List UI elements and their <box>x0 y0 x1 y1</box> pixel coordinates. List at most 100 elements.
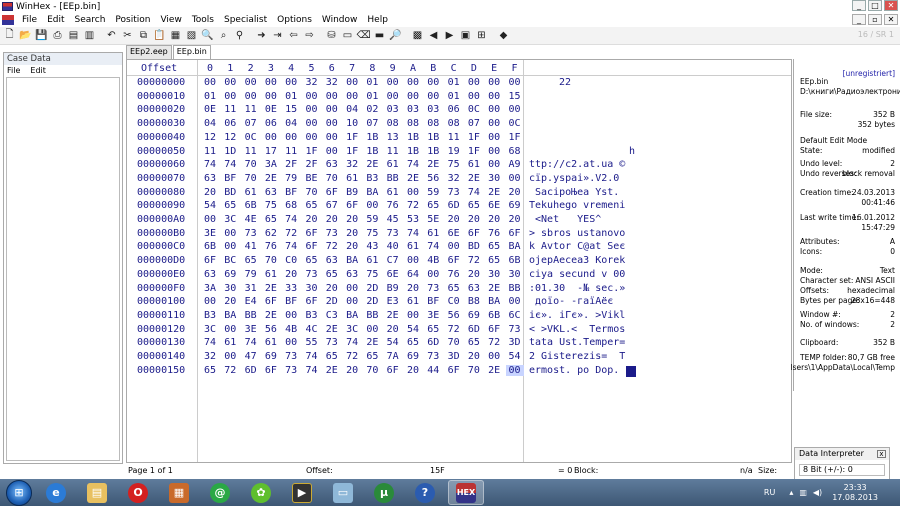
menu-tools[interactable]: Tools <box>187 15 219 25</box>
hex-byte[interactable]: 07 <box>363 118 381 129</box>
hex-byte[interactable]: 19 <box>445 146 463 157</box>
hex-byte[interactable]: BB <box>506 283 524 294</box>
hex-byte[interactable]: 74 <box>465 187 483 198</box>
case-menu-edit[interactable]: Edit <box>30 65 46 76</box>
hex-byte[interactable]: 63 <box>465 283 483 294</box>
hex-byte[interactable]: 6F <box>303 228 321 239</box>
open-disk-icon[interactable]: ⛁ <box>325 29 338 42</box>
hex-byte[interactable]: 00 <box>282 337 300 348</box>
taskbar-folder-icon[interactable]: ▭ <box>325 480 361 505</box>
hex-byte[interactable]: 32 <box>201 351 219 362</box>
hex-byte[interactable]: 65 <box>242 255 260 266</box>
hex-byte[interactable]: 2E <box>404 173 422 184</box>
hex-byte[interactable]: 2E <box>262 310 280 321</box>
hex-byte[interactable]: 70 <box>445 337 463 348</box>
hex-byte[interactable]: 1B <box>424 132 442 143</box>
hex-byte[interactable]: 1B <box>424 146 442 157</box>
hex-byte[interactable]: 6B <box>242 200 260 211</box>
hex-byte[interactable]: C0 <box>282 255 300 266</box>
forward-icon[interactable]: ⇨ <box>303 29 316 42</box>
hex-byte[interactable]: 2D <box>323 296 341 307</box>
calculator-icon[interactable]: ▩ <box>411 29 424 42</box>
hex-byte[interactable]: 20 <box>343 214 361 225</box>
hex-byte[interactable]: BB <box>242 310 260 321</box>
hex-editor[interactable]: Offset 0123456789ABCDEF 00000000 00 00 00 00… <box>126 59 792 463</box>
text-column-row[interactable]: ttp://c2.at.ua © <box>529 159 625 170</box>
find-hex-icon[interactable]: ⌕ <box>217 29 230 42</box>
hex-byte[interactable]: 63 <box>262 187 280 198</box>
hex-byte[interactable]: 20 <box>323 214 341 225</box>
hex-byte[interactable]: 11 <box>242 146 260 157</box>
hex-byte[interactable]: 2F <box>303 159 321 170</box>
hex-byte[interactable]: 00 <box>343 296 361 307</box>
text-column-row[interactable]: < >VKL.< Termos <box>529 324 625 335</box>
hex-byte[interactable]: 68 <box>506 146 524 157</box>
hex-byte[interactable]: 3E <box>242 324 260 335</box>
hex-byte[interactable]: 20 <box>282 269 300 280</box>
hex-byte[interactable]: 70 <box>242 159 260 170</box>
hex-byte[interactable]: 00 <box>323 146 341 157</box>
hex-byte[interactable]: 6F <box>343 200 361 211</box>
hex-byte[interactable]: 20 <box>404 365 422 376</box>
hex-byte[interactable]: 61 <box>343 173 361 184</box>
hex-byte[interactable]: 75 <box>363 269 381 280</box>
hex-byte[interactable]: 0C <box>465 104 483 115</box>
grid-icon[interactable]: ⊞ <box>475 29 488 42</box>
hex-byte[interactable]: 4C <box>303 324 321 335</box>
hex-byte[interactable]: 43 <box>363 241 381 252</box>
print-icon[interactable]: ⎙ <box>51 29 64 42</box>
text-column-row[interactable]: 22 <box>559 77 571 88</box>
drive-icon[interactable]: ▬ <box>373 29 386 42</box>
hex-byte[interactable]: BF <box>282 187 300 198</box>
open-ram-icon[interactable]: ▭ <box>341 29 354 42</box>
hex-byte[interactable]: 33 <box>282 283 300 294</box>
hex-byte[interactable]: 00 <box>221 77 239 88</box>
hex-byte[interactable]: 6B <box>485 310 503 321</box>
hex-byte[interactable]: 1B <box>363 132 381 143</box>
hex-byte[interactable]: 73 <box>323 228 341 239</box>
hex-byte[interactable]: 56 <box>262 324 280 335</box>
hex-byte[interactable]: 56 <box>424 173 442 184</box>
hex-byte[interactable]: 72 <box>343 351 361 362</box>
hex-byte[interactable]: BA <box>221 310 239 321</box>
hex-byte[interactable]: 00 <box>303 104 321 115</box>
hex-byte[interactable]: 3C <box>201 324 219 335</box>
paste-icon[interactable]: 📋 <box>153 29 166 42</box>
hex-byte[interactable]: 2E <box>485 187 503 198</box>
hex-byte[interactable]: 06 <box>221 118 239 129</box>
hex-byte[interactable]: 63 <box>323 255 341 266</box>
hex-byte-cursor[interactable]: 00 <box>505 364 524 376</box>
hex-byte[interactable]: 03 <box>384 104 402 115</box>
hex-byte[interactable]: 72 <box>323 241 341 252</box>
hex-byte[interactable]: 59 <box>424 187 442 198</box>
text-column-row[interactable]: SacipoЊea Yst. <box>529 187 625 198</box>
hex-byte[interactable]: 07 <box>242 118 260 129</box>
hex-byte[interactable]: 3E <box>201 228 219 239</box>
minimize-button[interactable]: _ <box>852 0 866 11</box>
hex-byte[interactable]: 00 <box>221 91 239 102</box>
hex-byte[interactable]: 1F <box>303 146 321 157</box>
hex-byte[interactable]: 69 <box>465 310 483 321</box>
hex-byte[interactable]: 3A <box>262 159 280 170</box>
taskbar-qip-icon[interactable]: @ <box>202 480 238 505</box>
taskbar-archive-icon[interactable]: ▦ <box>161 480 197 505</box>
hex-byte[interactable]: 6D <box>242 365 260 376</box>
maximize-button[interactable]: □ <box>868 0 882 11</box>
hex-byte[interactable]: 00 <box>424 91 442 102</box>
hex-byte[interactable]: BB <box>363 310 381 321</box>
hex-byte[interactable]: 00 <box>221 228 239 239</box>
hex-byte[interactable]: 6F <box>465 228 483 239</box>
hex-byte[interactable]: 1F <box>465 132 483 143</box>
hex-byte[interactable]: 00 <box>282 310 300 321</box>
hex-byte[interactable]: 1B <box>404 132 422 143</box>
case-menu-file[interactable]: File <box>7 65 20 76</box>
hex-byte[interactable]: 74 <box>221 159 239 170</box>
hex-byte[interactable]: BF <box>221 173 239 184</box>
hex-byte[interactable]: 76 <box>384 200 402 211</box>
hex-byte[interactable]: 45 <box>384 214 402 225</box>
unregistered-link[interactable]: [unregistriert] <box>843 69 895 78</box>
hex-byte[interactable]: 11 <box>445 132 463 143</box>
hex-byte[interactable]: 79 <box>242 269 260 280</box>
hex-byte[interactable]: 10 <box>343 118 361 129</box>
hex-byte[interactable]: 15 <box>506 91 524 102</box>
